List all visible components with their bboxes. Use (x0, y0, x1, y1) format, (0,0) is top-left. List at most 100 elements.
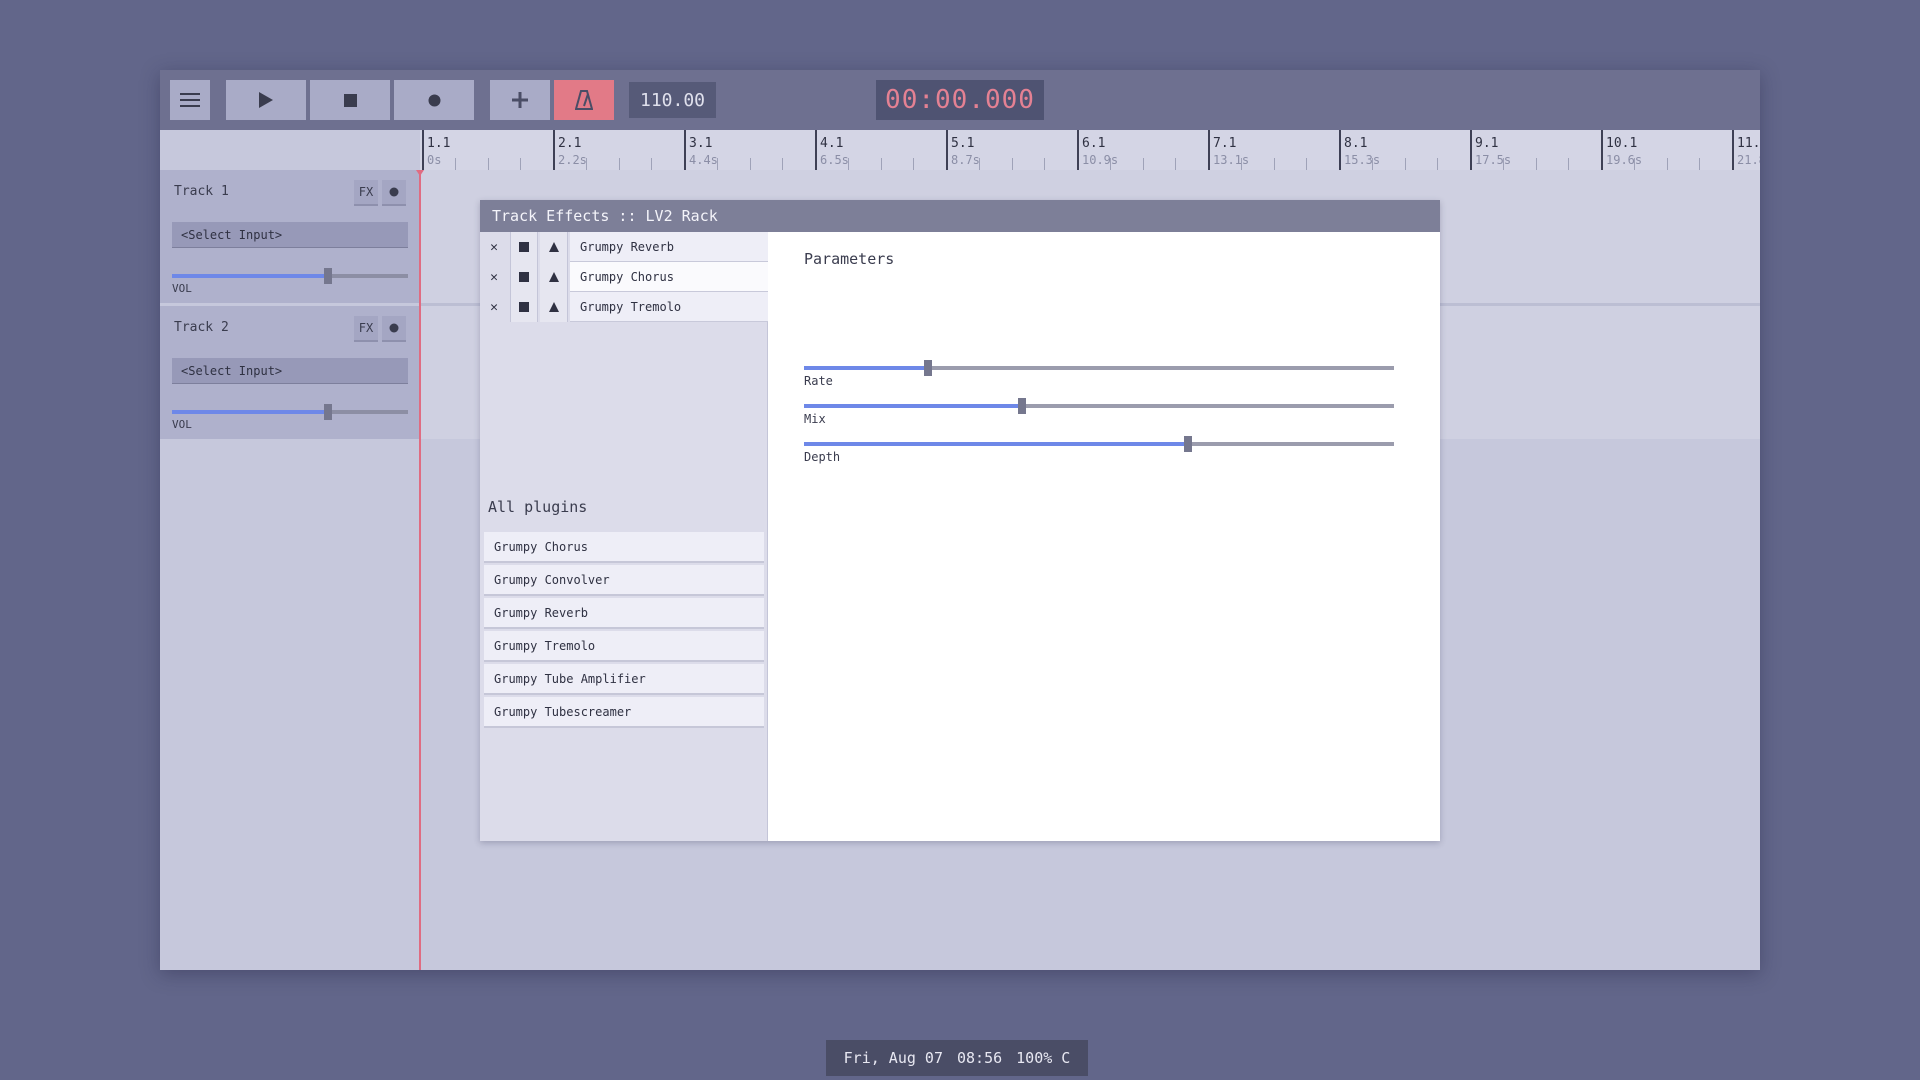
playhead-marker[interactable] (416, 170, 424, 176)
ruler-bar-number: 6.1 (1082, 136, 1106, 151)
plugin-list-item[interactable]: Grumpy Reverb (484, 598, 764, 629)
fx-button[interactable]: FX (354, 316, 378, 342)
rate-slider-fill (804, 366, 928, 370)
ruler-bar-number: 3.1 (689, 136, 713, 151)
plugin-list-item[interactable]: Grumpy Chorus (484, 532, 764, 563)
ruler-bar: 11.1 21.8s (1732, 130, 1760, 170)
track-name[interactable]: Track 1 (174, 184, 229, 199)
depth-slider-thumb[interactable] (1183, 436, 1192, 452)
ruler-bar-number: 4.1 (820, 136, 844, 151)
status-date: Fri, Aug 07 (843, 1049, 943, 1067)
ruler-bar-time: 21.8s (1737, 153, 1760, 167)
triangle-up-icon (548, 242, 559, 252)
ruler-tick (1109, 158, 1111, 170)
rack-column: ✕ Grumpy Reverb ✕ Grumpy Chorus ✕ Grumpy… (480, 232, 768, 841)
remove-plugin-button[interactable]: ✕ (480, 262, 508, 292)
bpm-display[interactable]: 110.00 (629, 82, 716, 118)
plugin-list-item[interactable]: Grumpy Tremolo (484, 631, 764, 662)
ruler-tick (782, 158, 784, 170)
ruler-tick (651, 158, 653, 170)
ruler-tick (1535, 158, 1537, 170)
move-up-button[interactable] (540, 262, 568, 292)
metronome-button[interactable] (554, 80, 614, 120)
depth-slider-fill (804, 442, 1188, 446)
plugin-list-item[interactable]: Grumpy Tubescreamer (484, 697, 764, 728)
rate-slider-thumb[interactable] (923, 360, 932, 376)
ruler-tick (1371, 158, 1373, 170)
bypass-button[interactable] (510, 262, 538, 292)
ruler-tick (1568, 158, 1570, 170)
move-up-button[interactable] (540, 232, 568, 262)
ruler-bar-number: 9.1 (1475, 136, 1499, 151)
daw-window: 110.00 00:00.000 1.1 0s 2.1 2.2s 3.1 4.4s 4.1 6… (160, 70, 1760, 970)
depth-label: Depth (804, 450, 841, 464)
volume-slider[interactable] (172, 404, 408, 420)
ruler-tick (978, 158, 980, 170)
ruler-tick (749, 158, 751, 170)
ruler-corner (160, 130, 420, 170)
ruler-bar-time: 6.5s (820, 153, 849, 167)
record-button[interactable] (394, 80, 474, 120)
volume-label: VOL (172, 282, 192, 295)
mix-slider[interactable] (804, 398, 1394, 414)
stop-button[interactable] (310, 80, 390, 120)
parameters-heading: Parameters (804, 250, 895, 268)
all-plugins-heading: All plugins (488, 498, 588, 516)
track-name[interactable]: Track 2 (174, 320, 229, 335)
ruler-bar-number: 2.1 (558, 136, 582, 151)
mix-label: Mix (804, 412, 826, 426)
volume-slider-fill (172, 410, 328, 414)
rate-label: Rate (804, 374, 833, 388)
add-track-button[interactable] (490, 80, 550, 120)
mix-slider-thumb[interactable] (1018, 398, 1027, 414)
track-header-2: Track 2 FX <Select Input> VOL (160, 306, 420, 439)
remove-plugin-button[interactable]: ✕ (480, 232, 508, 262)
mix-slider-fill (804, 404, 1023, 408)
record-icon (389, 323, 399, 333)
input-select[interactable]: <Select Input> (172, 358, 408, 384)
ruler-tick (913, 158, 915, 170)
rack-plugin-name[interactable]: Grumpy Reverb (570, 232, 768, 262)
ruler-tick (1502, 158, 1504, 170)
hamburger-menu-icon (180, 93, 200, 107)
volume-slider-thumb[interactable] (323, 268, 332, 284)
ruler-tick (1044, 158, 1046, 170)
stop-icon (343, 93, 357, 107)
record-arm-button[interactable] (382, 180, 406, 206)
timeline-ruler[interactable]: 1.1 0s 2.1 2.2s 3.1 4.4s 4.1 6.5s 5.1 8.7s 6.1 10.9… (420, 130, 1760, 170)
play-button[interactable] (226, 80, 306, 120)
ruler-tick (1437, 158, 1439, 170)
ruler-tick (1273, 158, 1275, 170)
rack-plugin-name[interactable]: Grumpy Chorus (570, 262, 768, 292)
time-display: 00:00.000 (876, 80, 1044, 120)
record-arm-button[interactable] (382, 316, 406, 342)
volume-slider[interactable] (172, 268, 408, 284)
record-icon (389, 187, 399, 197)
ruler-tick (1306, 158, 1308, 170)
playhead[interactable] (419, 170, 421, 970)
depth-slider[interactable] (804, 436, 1394, 452)
rack-plugin-name[interactable]: Grumpy Tremolo (570, 292, 768, 322)
fx-button[interactable]: FX (354, 180, 378, 206)
remove-plugin-button[interactable]: ✕ (480, 292, 508, 322)
ruler-bar-time: 17.5s (1475, 153, 1512, 167)
ruler-bar-time: 8.7s (951, 153, 980, 167)
status-battery: 100% C (1016, 1049, 1071, 1067)
metronome-icon (575, 90, 593, 110)
bypass-button[interactable] (510, 232, 538, 262)
menu-button[interactable] (170, 80, 210, 120)
plugin-list-item[interactable]: Grumpy Convolver (484, 565, 764, 596)
plugin-list-item[interactable]: Grumpy Tube Amplifier (484, 664, 764, 695)
ruler-bar-time: 2.2s (558, 153, 587, 167)
rack-slot: ✕ Grumpy Tremolo (480, 292, 768, 322)
ruler-tick (1699, 158, 1701, 170)
rate-slider[interactable] (804, 360, 1394, 376)
volume-slider-thumb[interactable] (323, 404, 332, 420)
dialog-title[interactable]: Track Effects :: LV2 Rack (480, 200, 1440, 232)
input-select[interactable]: <Select Input> (172, 222, 408, 248)
play-icon (259, 92, 273, 108)
track-effects-dialog: Track Effects :: LV2 Rack ✕ Grumpy Rever… (480, 200, 1440, 841)
bypass-button[interactable] (510, 292, 538, 322)
move-up-button[interactable] (540, 292, 568, 322)
system-statusbar: Fri, Aug 07 08:56 100% C (826, 1040, 1088, 1076)
